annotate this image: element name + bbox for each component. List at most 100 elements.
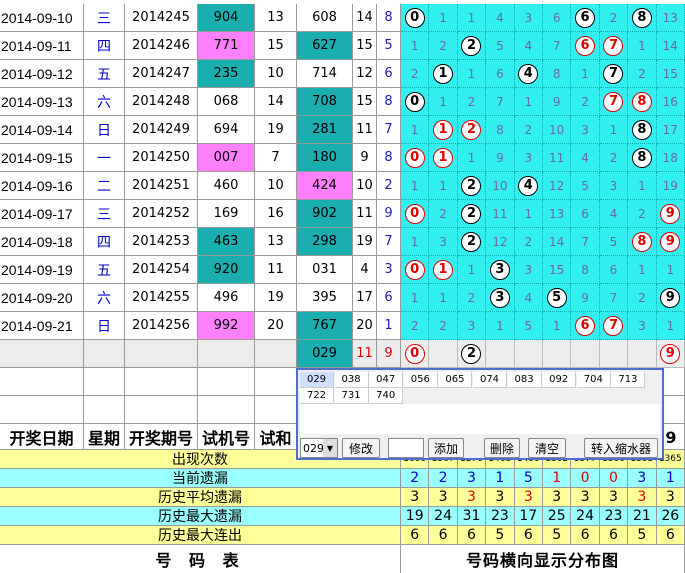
number-list-item[interactable]: 704 (576, 372, 611, 388)
issue-number: 2014255 (125, 284, 198, 312)
draw-span: 8 (377, 88, 401, 116)
stat-value: 5 (543, 526, 572, 545)
distribution-cell: 15 (543, 256, 572, 284)
distribution-cell: 10 (486, 172, 515, 200)
chevron-down-icon[interactable]: ▼ (323, 439, 337, 457)
distribution-cell: 1 (656, 256, 685, 284)
distribution-cell: 2 (514, 116, 543, 144)
number-list-popup[interactable]: 029 038 047 056 065 074 083 092 704 713 722 731 740 … (296, 368, 664, 460)
transfer-to-filter-button[interactable]: 转入缩水器 (584, 438, 658, 458)
clear-button[interactable]: 清空 (528, 438, 566, 458)
distribution-cell: 1 (599, 116, 629, 144)
number-list-item[interactable]: 083 (507, 372, 542, 388)
distribution-cell: 2 (457, 116, 487, 144)
number-list-item[interactable]: 740 (369, 388, 404, 404)
distribution-cell: 7 (599, 312, 629, 340)
weekday: 四 (84, 32, 125, 60)
draw-number: 767 (297, 312, 353, 340)
prediction-distribution-cell (429, 340, 458, 368)
weekday: 二 (84, 172, 125, 200)
number-ball: 1 (433, 147, 454, 168)
distribution-cell: 9 (571, 284, 600, 312)
draw-sum: 17 (353, 284, 377, 312)
distribution-cell: 1 (429, 116, 458, 144)
distribution-cell: 1 (457, 256, 487, 284)
number-list-item[interactable]: 029 (300, 372, 334, 388)
draw-span: 7 (377, 116, 401, 144)
number-entry-field[interactable] (388, 438, 424, 458)
empty-cell (0, 340, 84, 368)
prediction-distribution-cell (514, 340, 543, 368)
modify-button[interactable]: 修改 (342, 438, 380, 458)
distribution-cell: 5 (571, 172, 600, 200)
distribution-cell: 0 (401, 200, 430, 228)
draw-sum: 20 (353, 312, 377, 340)
number-list-item[interactable]: 056 (403, 372, 438, 388)
distribution-cell: 7 (486, 88, 515, 116)
distribution-cell: 7 (571, 228, 600, 256)
add-button[interactable]: 添加 (428, 438, 464, 458)
trial-sum: 13 (255, 228, 297, 256)
draw-date: 2014-09-15 (0, 144, 84, 172)
number-ball: 1 (433, 119, 454, 140)
distribution-cell: 1 (429, 88, 458, 116)
distribution-cell: 1 (543, 312, 572, 340)
number-list-item[interactable]: 065 (438, 372, 473, 388)
issue-number: 2014245 (125, 4, 198, 32)
number-ball: 0 (404, 7, 425, 28)
distribution-cell: 2 (457, 172, 487, 200)
empty-cell (198, 340, 255, 368)
number-list-item[interactable]: 092 (542, 372, 577, 388)
number-list-item[interactable]: 038 (334, 372, 369, 388)
draw-sum: 4 (353, 256, 377, 284)
trial-number: 992 (198, 312, 255, 340)
empty-cell (0, 396, 84, 424)
distribution-cell: 5 (514, 312, 543, 340)
number-list-item[interactable]: 074 (473, 372, 507, 388)
trial-number: 068 (198, 88, 255, 116)
number-list-item[interactable]: 731 (334, 388, 369, 404)
trial-number: 920 (198, 256, 255, 284)
number-ball: 3 (489, 287, 510, 308)
number-combo[interactable]: 029 ▼ (300, 438, 338, 458)
distribution-cell: 1 (401, 32, 430, 60)
distribution-cell: 8 (628, 116, 657, 144)
stat-value: 24 (571, 507, 600, 526)
number-list-empty-area[interactable] (300, 404, 660, 434)
distribution-cell: 12 (486, 228, 515, 256)
prediction-span: 9 (377, 340, 401, 368)
stat-value: 0 (571, 469, 600, 488)
column-header-date: 开奖日期 (0, 424, 84, 450)
distribution-cell: 4 (599, 200, 629, 228)
distribution-cell: 1 (401, 228, 430, 256)
draw-span: 6 (377, 284, 401, 312)
number-ball: 2 (461, 175, 482, 196)
number-list-item[interactable]: 047 (369, 372, 404, 388)
draw-span: 5 (377, 32, 401, 60)
number-ball: 1 (433, 63, 454, 84)
stat-value: 19 (401, 507, 430, 526)
draw-sum: 19 (353, 228, 377, 256)
distribution-cell: 8 (543, 60, 572, 88)
column-header-sum: 试和 (255, 424, 297, 450)
draw-date: 2014-09-10 (0, 4, 84, 32)
number-ball: 1 (433, 259, 454, 280)
distribution-cell: 2 (571, 88, 600, 116)
number-ball: 6 (575, 7, 596, 28)
distribution-cell: 2 (401, 60, 430, 88)
draw-sum: 12 (353, 60, 377, 88)
number-list-item[interactable]: 722 (300, 388, 334, 404)
stat-value: 24 (429, 507, 458, 526)
distribution-cell: 1 (429, 284, 458, 312)
distribution-cell: 0 (401, 256, 430, 284)
weekday: 六 (84, 88, 125, 116)
prediction-distribution-cell: 0 (401, 340, 430, 368)
number-list-item[interactable]: 713 (611, 372, 646, 388)
stat-value: 6 (457, 526, 487, 545)
stat-label: 历史最大连出 (0, 526, 401, 545)
stat-value: 23 (599, 507, 629, 526)
empty-cell (125, 340, 198, 368)
delete-button[interactable]: 删除 (484, 438, 520, 458)
stat-value: 3 (429, 488, 458, 507)
distribution-cell: 1 (429, 256, 458, 284)
